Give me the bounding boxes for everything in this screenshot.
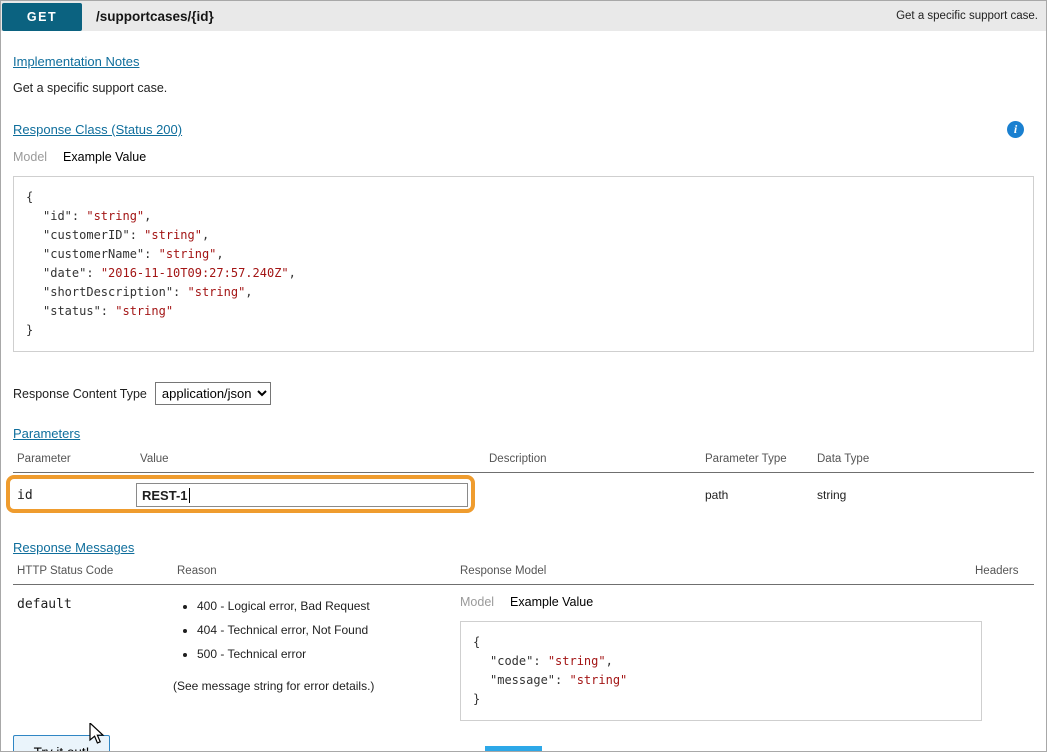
response-content-type-row: Response Content Type application/json [13, 382, 1034, 405]
col-response-model: Response Model [456, 565, 971, 577]
json-line: "shortDescription": "string", [26, 283, 1021, 302]
json-line: "customerName": "string", [26, 245, 1021, 264]
col-value: Value [136, 453, 485, 465]
response-class-heading[interactable]: Response Class (Status 200) [13, 122, 182, 137]
parameter-name: id [13, 488, 136, 503]
implementation-notes-text: Get a specific support case. [13, 81, 1034, 95]
reason-cell: 400 - Logical error, Bad Request 404 - T… [173, 585, 456, 693]
text-caret [189, 488, 190, 503]
response-messages-table: HTTP Status Code Reason Response Model H… [13, 565, 1034, 721]
parameter-data-type: string [813, 488, 1034, 502]
json-line: "status": "string" [26, 302, 1021, 321]
tab-example-value[interactable]: Example Value [510, 595, 593, 609]
api-operation-panel: GET /supportcases/{id} Get a specific su… [0, 0, 1047, 752]
operation-content: Implementation Notes Get a specific supp… [1, 31, 1046, 752]
endpoint-summary: Get a specific support case. [896, 10, 1038, 22]
get-method-button[interactable]: GET [2, 3, 82, 31]
response-example-json: { "id": "string", "customerID": "string"… [13, 176, 1034, 352]
tab-example-value[interactable]: Example Value [63, 150, 146, 164]
json-line: "customerID": "string", [26, 226, 1021, 245]
tab-model[interactable]: Model [460, 595, 494, 609]
response-model-cell: Model Example Value { "code": "string", … [456, 585, 971, 721]
reason-item: 400 - Logical error, Bad Request [197, 599, 456, 613]
col-data-type: Data Type [813, 453, 1034, 465]
reason-item: 500 - Technical error [197, 647, 456, 661]
table-row: id REST-1 path string [13, 473, 1034, 517]
response-model-tabs: Model Example Value [460, 595, 971, 609]
response-class-tabs: Model Example Value [13, 150, 1034, 164]
horizontal-scrollbar-thumb[interactable] [485, 746, 542, 751]
endpoint-path[interactable]: /supportcases/{id} [96, 9, 214, 24]
response-content-type-select[interactable]: application/json [155, 382, 271, 405]
col-http-status-code: HTTP Status Code [13, 565, 173, 577]
json-line: "message": "string" [473, 671, 969, 690]
parameters-table-header: Parameter Value Description Parameter Ty… [13, 453, 1034, 473]
parameters-heading[interactable]: Parameters [13, 426, 80, 441]
implementation-notes-heading[interactable]: Implementation Notes [13, 54, 139, 69]
response-messages-section: Response Messages HTTP Status Code Reaso… [13, 539, 1034, 721]
json-line: } [473, 690, 969, 709]
col-description: Description [485, 453, 701, 465]
json-line: "date": "2016-11-10T09:27:57.240Z", [26, 264, 1021, 283]
try-it-out-button[interactable]: Try it out! [13, 735, 110, 752]
id-value-text: REST-1 [142, 488, 188, 503]
reason-list: 400 - Logical error, Bad Request 404 - T… [173, 599, 456, 661]
response-content-type-label: Response Content Type [13, 387, 147, 401]
operation-header[interactable]: GET /supportcases/{id} Get a specific su… [1, 1, 1046, 31]
json-line: { [26, 188, 1021, 207]
parameters-table: Parameter Value Description Parameter Ty… [13, 453, 1034, 517]
error-example-json: { "code": "string", "message": "string" … [460, 621, 982, 721]
parameter-type: path [701, 488, 813, 502]
table-row: default 400 - Logical error, Bad Request… [13, 585, 1034, 721]
json-line: { [473, 633, 969, 652]
response-class-row: Response Class (Status 200) i [13, 121, 1034, 138]
col-parameter: Parameter [13, 453, 136, 465]
col-reason: Reason [173, 565, 456, 577]
json-line: "code": "string", [473, 652, 969, 671]
reason-item: 404 - Technical error, Not Found [197, 623, 456, 637]
reason-note: (See message string for error details.) [173, 679, 456, 693]
json-line: } [26, 321, 1021, 340]
json-line: "id": "string", [26, 207, 1021, 226]
parameters-section: Parameters Parameter Value Description P… [13, 425, 1034, 517]
col-headers: Headers [971, 565, 1034, 577]
info-icon[interactable]: i [1007, 121, 1024, 138]
tab-model[interactable]: Model [13, 150, 47, 164]
col-parameter-type: Parameter Type [701, 453, 813, 465]
response-messages-heading[interactable]: Response Messages [13, 540, 134, 555]
response-messages-table-header: HTTP Status Code Reason Response Model H… [13, 565, 1034, 585]
id-value-input[interactable]: REST-1 [136, 483, 468, 507]
http-status-code: default [13, 585, 173, 612]
